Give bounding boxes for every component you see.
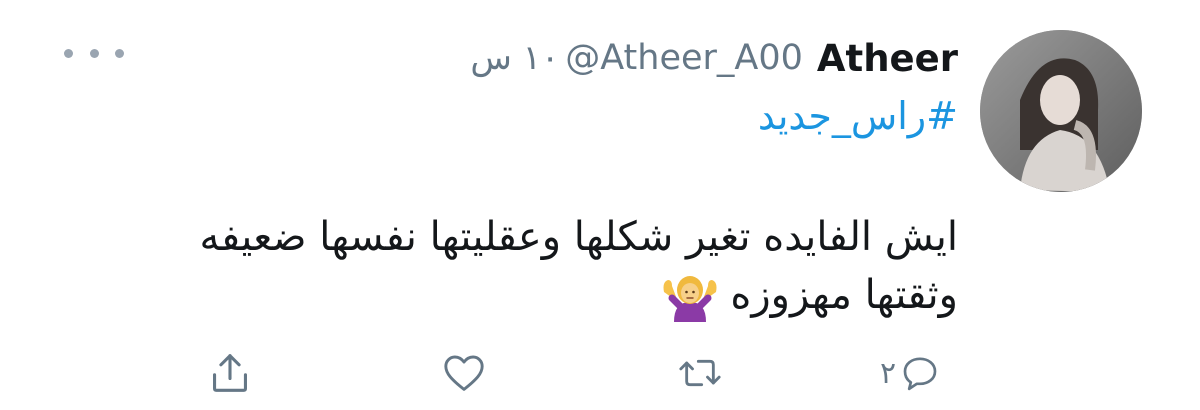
author-handle[interactable]: @Atheer_A00 (565, 38, 803, 78)
reply-count: ٢ (880, 355, 897, 391)
retweet-icon (679, 359, 721, 387)
share-button[interactable] (210, 348, 250, 398)
share-icon (213, 354, 247, 392)
tweet-text-line-2-wrap: وثقتها مهزوزه (118, 266, 958, 324)
avatar-photo-icon (980, 30, 1142, 192)
tweet-text: ايش الفايده تغير شكلها وعقليتها نفسها ضع… (118, 208, 958, 324)
more-dot (115, 48, 124, 58)
more-dot (64, 48, 73, 58)
like-button[interactable] (442, 348, 486, 398)
author-name[interactable]: Atheer (817, 37, 958, 80)
tweet-text-line-1: ايش الفايده تغير شكلها وعقليتها نفسها ضع… (199, 214, 959, 260)
tweet-time[interactable]: ١٠ س (470, 38, 559, 78)
hashtag-link[interactable]: #راس_جديد (758, 94, 958, 138)
more-dot (89, 48, 99, 58)
heart-icon (444, 355, 484, 391)
reply-button[interactable]: ٢ (880, 348, 940, 398)
tweet-header: ١٠ س @Atheer_A00 Atheer (470, 30, 958, 86)
more-options-icon[interactable] (64, 38, 124, 68)
retweet-button[interactable] (676, 348, 724, 398)
avatar[interactable] (980, 30, 1142, 192)
reply-icon (903, 357, 937, 391)
tweet-card: ١٠ س @Atheer_A00 Atheer #راس_جديد ايش ال… (0, 0, 1200, 410)
tweet-text-line-2: وثقتها مهزوزه (730, 272, 958, 318)
person-shrugging-emoji-icon (663, 276, 717, 322)
